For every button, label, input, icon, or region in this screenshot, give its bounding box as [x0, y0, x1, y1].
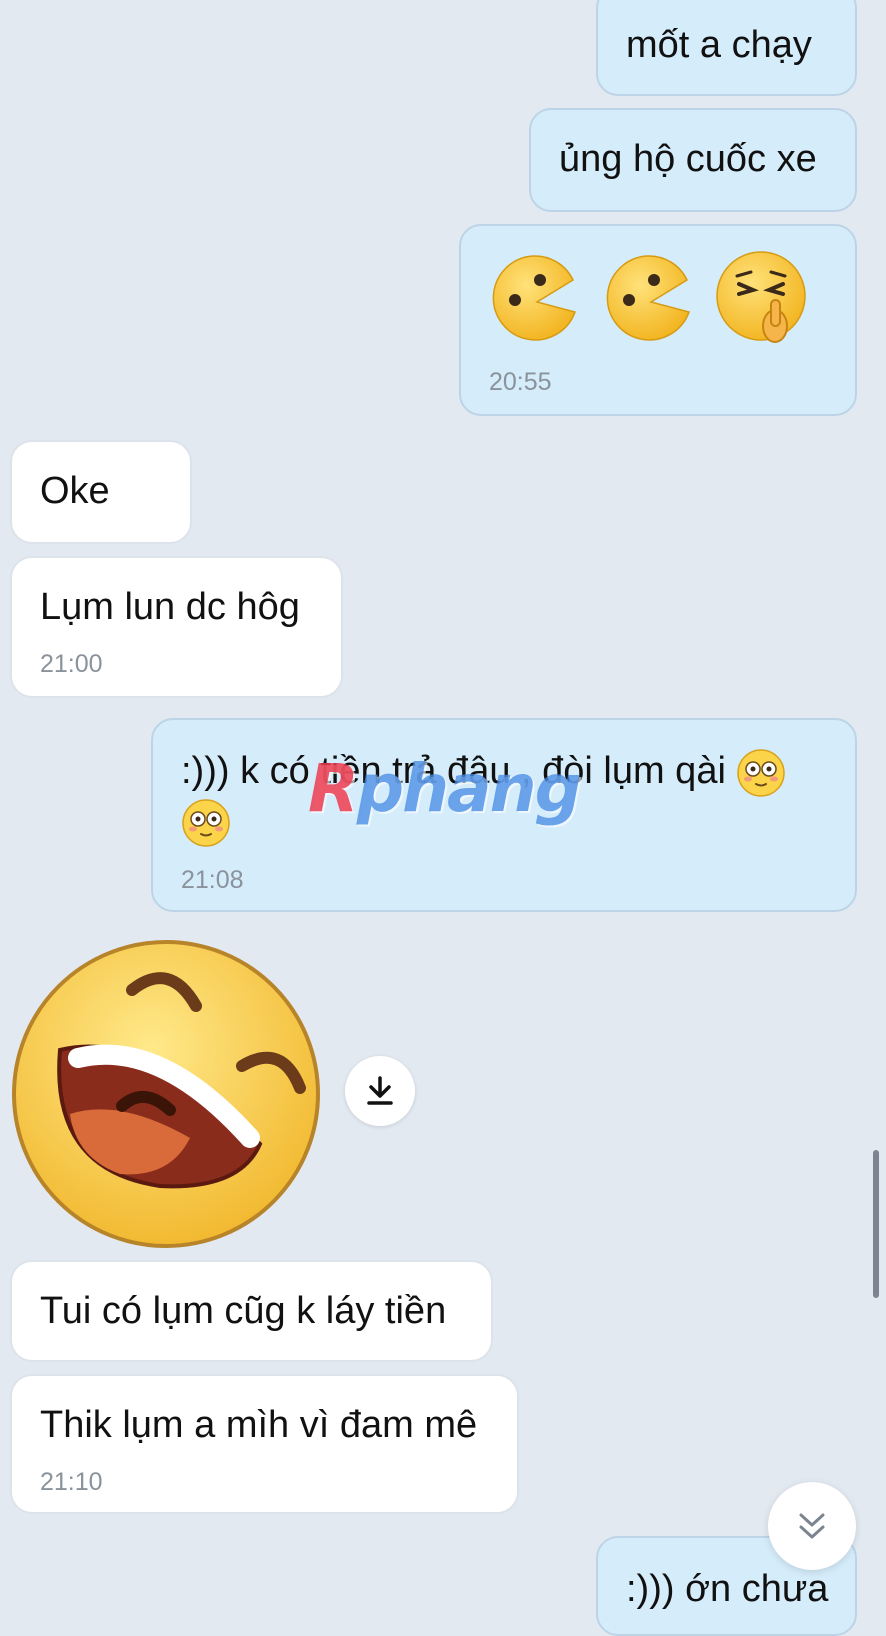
message-bubble-incoming[interactable]: Tui có lụm cũg k láy tiền	[10, 1260, 493, 1362]
message-text: :))) ớn chưa	[626, 1568, 829, 1610]
message-bubble-outgoing[interactable]: 20:55	[459, 224, 857, 416]
message-time: 20:55	[489, 368, 552, 396]
message-time: 21:08	[181, 866, 244, 894]
double-chevron-down-icon	[799, 1513, 825, 1539]
message-text: :))) k có tiền trả đâu , đòi lụm qài	[181, 748, 786, 798]
message-text: mốt a chạy	[626, 24, 812, 66]
message-bubble-incoming[interactable]: Thik lụm a mìh vì đam mê 21:10	[10, 1374, 519, 1514]
message-bubble-incoming[interactable]: Lụm lun dc hôg 21:00	[10, 556, 343, 698]
message-bubble-outgoing[interactable]: :))) k có tiền trả đâu , đòi lụm qài 21:…	[151, 718, 857, 912]
scroll-to-bottom-button[interactable]	[768, 1482, 856, 1570]
message-text: Lụm lun dc hôg	[40, 586, 300, 628]
message-text: ủng hộ cuốc xe	[559, 138, 817, 180]
message-bubble-outgoing[interactable]: ủng hộ cuốc xe	[529, 108, 857, 212]
shush-emoji	[716, 251, 806, 343]
message-text: Tui có lụm cũg k láy tiền	[40, 1290, 447, 1332]
message-time: 21:00	[40, 650, 103, 678]
message-time: 21:10	[40, 1468, 103, 1496]
pacman-emoji	[606, 255, 690, 341]
flushed-emoji	[737, 749, 786, 797]
flushed-emoji	[182, 799, 230, 847]
message-text-line: :))) k có tiền trả đâu , đòi lụm qài	[181, 750, 726, 793]
message-bubble-outgoing[interactable]: mốt a chạy	[596, 0, 857, 96]
message-text: Thik lụm a mìh vì đam mê	[40, 1404, 478, 1446]
laughing-sticker[interactable]	[10, 938, 322, 1250]
download-icon	[367, 1076, 393, 1105]
download-button[interactable]	[345, 1056, 415, 1126]
message-bubble-incoming[interactable]: Oke	[10, 440, 192, 544]
message-text: Oke	[40, 470, 110, 512]
scrollbar-thumb[interactable]	[873, 1150, 879, 1298]
pacman-emoji	[492, 255, 576, 341]
